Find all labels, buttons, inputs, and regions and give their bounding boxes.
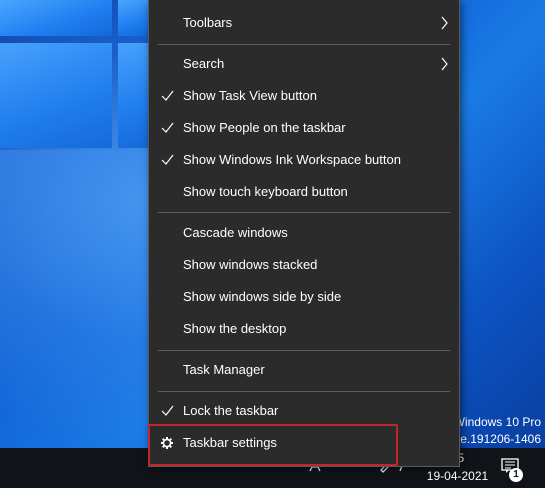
menu-item-label: Lock the taskbar xyxy=(183,403,279,418)
menu-item-label: Show Windows Ink Workspace button xyxy=(183,152,401,167)
menu-separator xyxy=(158,391,450,392)
taskbar-clock-date[interactable]: 19-04-2021 xyxy=(420,469,495,483)
menu-item-show-task-view-button[interactable]: Show Task View button xyxy=(149,80,459,112)
chevron-right-icon xyxy=(439,48,449,80)
menu-item-toolbars[interactable]: Toolbars xyxy=(149,7,459,39)
menu-item-label: Show windows stacked xyxy=(183,257,318,272)
notification-count-badge: 1 xyxy=(509,468,523,482)
menu-item-task-manager[interactable]: Task Manager xyxy=(149,354,459,386)
checkmark-icon xyxy=(160,395,174,427)
menu-item-label: Show windows side by side xyxy=(183,289,342,304)
menu-item-cascade-windows[interactable]: Cascade windows xyxy=(149,217,459,249)
menu-item-show-touch-keyboard-button[interactable]: Show touch keyboard button xyxy=(149,176,459,208)
menu-item-show-windows-ink-workspace-button[interactable]: Show Windows Ink Workspace button xyxy=(149,144,459,176)
checkmark-icon xyxy=(160,80,174,112)
menu-separator xyxy=(158,44,450,45)
menu-item-label: Cascade windows xyxy=(183,225,288,240)
menu-item-label: Show the desktop xyxy=(183,321,287,336)
menu-item-label: Task Manager xyxy=(183,362,265,377)
menu-item-label: Show touch keyboard button xyxy=(183,184,348,199)
wallpaper-window-pane xyxy=(0,43,112,148)
wallpaper-window-pane xyxy=(0,0,112,36)
menu-item-label: Toolbars xyxy=(183,15,233,30)
menu-separator xyxy=(158,350,450,351)
windows-build-watermark: se.191206-1406 xyxy=(454,432,541,446)
menu-item-show-the-desktop[interactable]: Show the desktop xyxy=(149,313,459,345)
menu-item-label: Show Task View button xyxy=(183,88,317,103)
menu-item-label: Search xyxy=(183,56,225,71)
taskbar-settings-highlight xyxy=(148,424,398,466)
menu-item-label: Show People on the taskbar xyxy=(183,120,346,135)
wallpaper-light-ray xyxy=(0,150,160,450)
wallpaper-window-pane xyxy=(118,43,150,148)
menu-item-lock-the-taskbar[interactable]: Lock the taskbar xyxy=(149,395,459,427)
windows-edition-watermark: Windows 10 Pro xyxy=(453,415,541,429)
wallpaper-window-pane xyxy=(118,0,150,36)
menu-item-search[interactable]: Search xyxy=(149,48,459,80)
checkmark-icon xyxy=(160,144,174,176)
menu-item-show-windows-side-by-side[interactable]: Show windows side by side xyxy=(149,281,459,313)
menu-item-show-windows-stacked[interactable]: Show windows stacked xyxy=(149,249,459,281)
chevron-right-icon xyxy=(439,7,449,39)
menu-item-show-people-on-taskbar[interactable]: Show People on the taskbar xyxy=(149,112,459,144)
menu-separator xyxy=(158,212,450,213)
checkmark-icon xyxy=(160,112,174,144)
taskbar-context-menu: Toolbars Search Show Task View button Sh… xyxy=(148,0,460,467)
